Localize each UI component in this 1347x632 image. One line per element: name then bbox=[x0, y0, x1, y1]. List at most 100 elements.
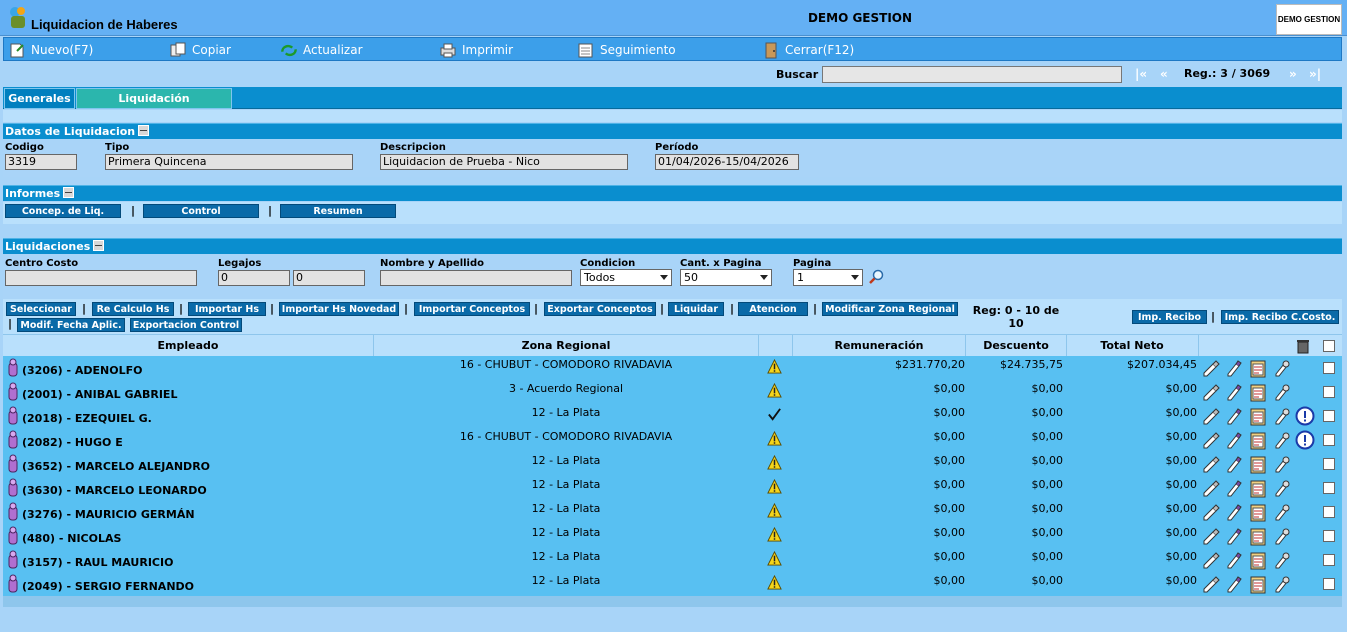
receipt-icon[interactable] bbox=[1248, 502, 1268, 522]
atencion-button[interactable]: Atencion bbox=[738, 302, 808, 316]
row-checkbox[interactable] bbox=[1323, 410, 1335, 422]
table-row[interactable]: (3630) - MARCELO LEONARDO 12 - La Plata $0… bbox=[3, 476, 1342, 500]
row-checkbox[interactable] bbox=[1323, 386, 1335, 398]
collapse-liquidaciones-icon[interactable] bbox=[93, 240, 105, 251]
exportacion-control-button[interactable]: Exportacion Control bbox=[130, 318, 242, 332]
row-checkbox[interactable] bbox=[1323, 482, 1335, 494]
seleccionar-button[interactable]: Seleccionar bbox=[6, 302, 76, 316]
first-page-button[interactable]: |« bbox=[1135, 67, 1147, 81]
row-checkbox[interactable] bbox=[1323, 506, 1335, 518]
pencil-icon[interactable] bbox=[1225, 551, 1243, 569]
select-all-checkbox[interactable] bbox=[1323, 340, 1335, 352]
header-descuento[interactable]: Descuento bbox=[966, 339, 1066, 352]
header-total[interactable]: Total Neto bbox=[1067, 339, 1197, 352]
employee-name[interactable]: (3652) - MARCELO ALEJANDRO bbox=[22, 460, 210, 473]
edit-icon[interactable] bbox=[1202, 383, 1220, 401]
tab-liquidacion[interactable]: Liquidación bbox=[76, 88, 232, 109]
table-row[interactable]: (3276) - MAURICIO GERMÁN 12 - La Plata $0,… bbox=[3, 500, 1342, 524]
actualizar-button[interactable]: Actualizar bbox=[280, 41, 363, 59]
cerrar-button[interactable]: Cerrar(F12) bbox=[762, 41, 854, 59]
pencil-icon[interactable] bbox=[1225, 455, 1243, 473]
cant-pagina-select[interactable]: 50 bbox=[680, 269, 772, 286]
pagina-select[interactable]: 1 bbox=[793, 269, 863, 286]
importar-conceptos-button[interactable]: Importar Conceptos bbox=[414, 302, 530, 316]
concep-liq-button[interactable]: Concep. de Liq. bbox=[5, 204, 121, 218]
settings-icon[interactable] bbox=[1273, 431, 1291, 449]
pencil-icon[interactable] bbox=[1225, 359, 1243, 377]
receipt-icon[interactable] bbox=[1248, 406, 1268, 426]
seguimiento-button[interactable]: Seguimiento bbox=[577, 41, 676, 59]
settings-icon[interactable] bbox=[1273, 479, 1291, 497]
pencil-icon[interactable] bbox=[1225, 503, 1243, 521]
employee-name[interactable]: (3206) - ADENOLFO bbox=[22, 364, 142, 377]
table-row[interactable]: (3206) - ADENOLFO 16 - CHUBUT - COMODORO … bbox=[3, 356, 1342, 380]
nombre-field[interactable] bbox=[380, 270, 572, 286]
modif-fecha-button[interactable]: Modif. Fecha Aplic. bbox=[17, 318, 125, 332]
receipt-icon[interactable] bbox=[1248, 526, 1268, 546]
employee-name[interactable]: (3157) - RAUL MAURICIO bbox=[22, 556, 173, 569]
condicion-select[interactable]: Todos bbox=[580, 269, 672, 286]
prev-page-button[interactable]: « bbox=[1160, 67, 1168, 81]
employee-name[interactable]: (3276) - MAURICIO GERMÁN bbox=[22, 508, 195, 521]
pencil-icon[interactable] bbox=[1225, 431, 1243, 449]
edit-icon[interactable] bbox=[1202, 359, 1220, 377]
header-empleado[interactable]: Empleado bbox=[3, 339, 373, 352]
importar-novedad-button[interactable]: Importar Hs Novedad bbox=[279, 302, 399, 316]
settings-icon[interactable] bbox=[1273, 359, 1291, 377]
edit-icon[interactable] bbox=[1202, 407, 1220, 425]
edit-icon[interactable] bbox=[1202, 479, 1220, 497]
settings-icon[interactable] bbox=[1273, 503, 1291, 521]
pencil-icon[interactable] bbox=[1225, 575, 1243, 593]
receipt-icon[interactable] bbox=[1248, 358, 1268, 378]
pencil-icon[interactable] bbox=[1225, 479, 1243, 497]
receipt-icon[interactable] bbox=[1248, 382, 1268, 402]
collapse-datos-icon[interactable] bbox=[138, 125, 150, 136]
modificar-zona-button[interactable]: Modificar Zona Regional bbox=[822, 302, 958, 316]
settings-icon[interactable] bbox=[1273, 455, 1291, 473]
employee-name[interactable]: (2018) - EZEQUIEL G. bbox=[22, 412, 152, 425]
table-row[interactable]: (480) - NICOLAS 12 - La Plata $0,00 $0,00 $0… bbox=[3, 524, 1342, 548]
alert-icon[interactable] bbox=[1295, 430, 1315, 450]
tab-generales[interactable]: Generales bbox=[4, 88, 75, 109]
settings-icon[interactable] bbox=[1273, 407, 1291, 425]
periodo-field[interactable]: 01/04/2026-15/04/2026 bbox=[655, 154, 799, 170]
edit-icon[interactable] bbox=[1202, 527, 1220, 545]
employee-name[interactable]: (2049) - SERGIO FERNANDO bbox=[22, 580, 194, 593]
receipt-icon[interactable] bbox=[1248, 478, 1268, 498]
recalculo-button[interactable]: Re Calculo Hs bbox=[92, 302, 174, 316]
edit-icon[interactable] bbox=[1202, 455, 1220, 473]
next-page-button[interactable]: » bbox=[1289, 67, 1297, 81]
table-row[interactable]: (3157) - RAUL MAURICIO 12 - La Plata $0,00… bbox=[3, 548, 1342, 572]
table-row[interactable]: (2001) - ANIBAL GABRIEL 3 - Acuerdo Regio… bbox=[3, 380, 1342, 404]
settings-icon[interactable] bbox=[1273, 551, 1291, 569]
liquidar-button[interactable]: Liquidar bbox=[668, 302, 724, 316]
receipt-icon[interactable] bbox=[1248, 454, 1268, 474]
copiar-button[interactable]: Copiar bbox=[169, 41, 231, 59]
search-icon[interactable] bbox=[868, 269, 884, 285]
last-page-button[interactable]: »| bbox=[1309, 67, 1321, 81]
collapse-informes-icon[interactable] bbox=[63, 187, 75, 198]
header-zona[interactable]: Zona Regional bbox=[374, 339, 758, 352]
row-checkbox[interactable] bbox=[1323, 458, 1335, 470]
employee-name[interactable]: (480) - NICOLAS bbox=[22, 532, 121, 545]
imprimir-button[interactable]: Imprimir bbox=[439, 41, 513, 59]
row-checkbox[interactable] bbox=[1323, 554, 1335, 566]
importar-hs-button[interactable]: Importar Hs bbox=[188, 302, 266, 316]
table-row[interactable]: (2018) - EZEQUIEL G. 12 - La Plata $0,00 $0… bbox=[3, 404, 1342, 428]
edit-icon[interactable] bbox=[1202, 503, 1220, 521]
legajo-desde-field[interactable]: 0 bbox=[218, 270, 290, 286]
alert-icon[interactable] bbox=[1295, 406, 1315, 426]
settings-icon[interactable] bbox=[1273, 575, 1291, 593]
row-checkbox[interactable] bbox=[1323, 434, 1335, 446]
row-checkbox[interactable] bbox=[1323, 362, 1335, 374]
receipt-icon[interactable] bbox=[1248, 574, 1268, 594]
receipt-icon[interactable] bbox=[1248, 550, 1268, 570]
table-row[interactable]: (2049) - SERGIO FERNANDO 12 - La Plata $0,… bbox=[3, 572, 1342, 596]
pencil-icon[interactable] bbox=[1225, 407, 1243, 425]
table-row[interactable]: (2082) - HUGO E 16 - CHUBUT - COMODORO RI… bbox=[3, 428, 1342, 452]
tipo-field[interactable]: Primera Quincena bbox=[105, 154, 353, 170]
employee-name[interactable]: (3630) - MARCELO LEONARDO bbox=[22, 484, 207, 497]
header-remuneracion[interactable]: Remuneración bbox=[793, 339, 965, 352]
settings-icon[interactable] bbox=[1273, 527, 1291, 545]
imp-recibo-cc-button[interactable]: Imp. Recibo C.Costo. bbox=[1221, 310, 1339, 324]
